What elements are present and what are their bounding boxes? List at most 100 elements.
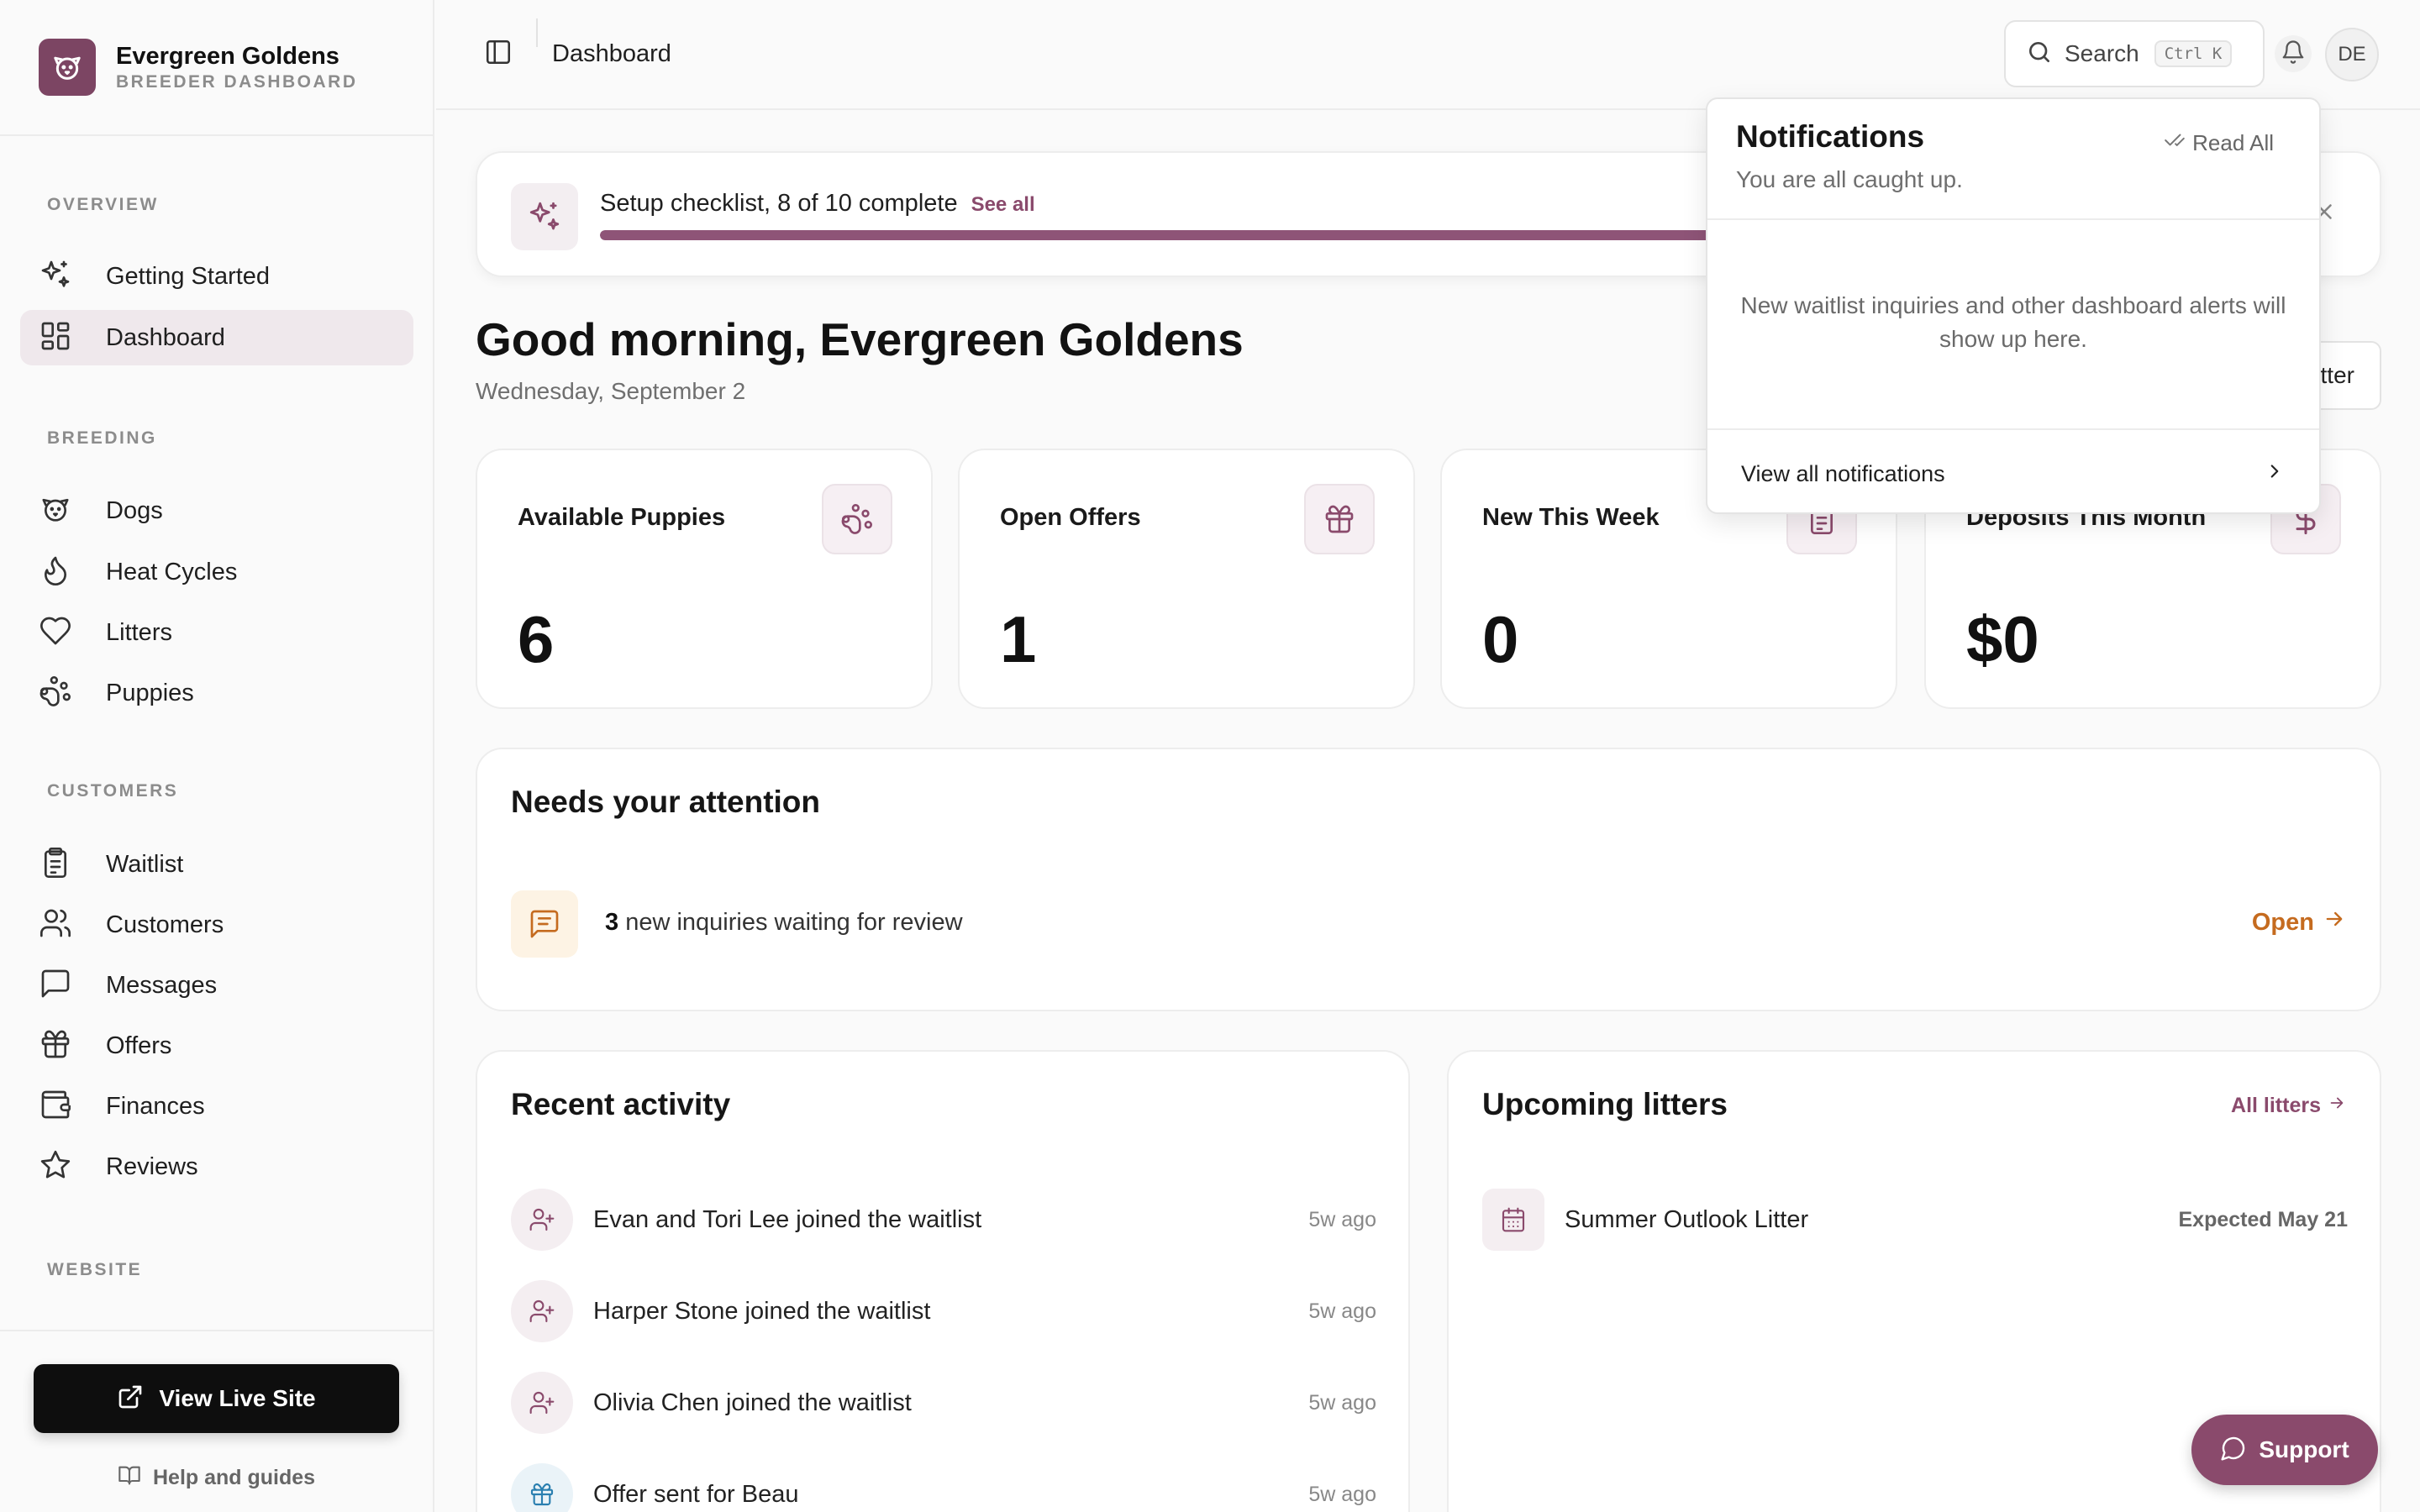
stat-label: Available Puppies xyxy=(518,504,726,531)
sidebar-item-label: Customers xyxy=(106,911,224,938)
divider xyxy=(0,1330,433,1331)
search-icon xyxy=(2026,39,2053,70)
gift-icon xyxy=(39,1027,72,1065)
litter-expected-date: Expected May 21 xyxy=(2178,1207,2349,1231)
nav-section-website: WEBSITE xyxy=(47,1260,143,1279)
divider xyxy=(1707,218,2319,220)
sidebar-item-label: Dashboard xyxy=(106,323,225,351)
activity-time: 5w ago xyxy=(1308,1482,1376,1506)
popover-title: Notifications xyxy=(1736,119,1925,154)
gift-icon xyxy=(511,1463,573,1512)
read-all-label: Read All xyxy=(2192,130,2274,155)
sidebar-item-dogs[interactable]: Dogs xyxy=(20,483,413,538)
divider xyxy=(1707,428,2319,430)
avatar[interactable]: DE xyxy=(2325,28,2379,81)
all-litters-link[interactable]: All litters xyxy=(2231,1094,2346,1118)
sidebar-item-label: Litters xyxy=(106,618,172,646)
clipboard-list-icon xyxy=(39,846,72,884)
notifications-popover: Notifications Read All You are all caugh… xyxy=(1706,97,2321,514)
paw-icon xyxy=(822,484,892,554)
paw-icon xyxy=(39,675,72,712)
star-icon xyxy=(39,1148,72,1186)
search-placeholder: Search xyxy=(2065,40,2139,66)
users-icon xyxy=(39,906,72,944)
sidebar-item-finances[interactable]: Finances xyxy=(20,1079,413,1134)
list-item[interactable]: Evan and Tori Lee joined the waitlist 5w… xyxy=(511,1186,1376,1253)
sidebar-item-messages[interactable]: Messages xyxy=(20,958,413,1013)
sidebar-item-getting-started[interactable]: Getting Started xyxy=(20,249,413,304)
stat-card-open-offers[interactable]: Open Offers 1 xyxy=(958,449,1415,709)
sidebar-toggle-button[interactable] xyxy=(480,35,517,72)
nav-section-breeding: BREEDING xyxy=(47,428,157,448)
stat-card-available-puppies[interactable]: Available Puppies 6 xyxy=(476,449,933,709)
user-plus-icon xyxy=(511,1280,573,1342)
breadcrumb: Dashboard xyxy=(552,40,671,67)
view-all-label: View all notifications xyxy=(1741,460,1945,486)
activity-time: 5w ago xyxy=(1308,1390,1376,1415)
notifications-button[interactable] xyxy=(2275,35,2312,72)
open-inquiries-link[interactable]: Open xyxy=(2252,907,2346,937)
sidebar-item-puppies[interactable]: Puppies xyxy=(20,665,413,721)
list-item[interactable]: Offer sent for Beau 5w ago xyxy=(511,1461,1376,1512)
dog-logo-icon xyxy=(39,39,96,96)
section-title: Needs your attention xyxy=(511,785,820,819)
sidebar-item-label: Dogs xyxy=(106,496,163,524)
activity-time: 5w ago xyxy=(1308,1299,1376,1323)
list-item[interactable]: Olivia Chen joined the waitlist 5w ago xyxy=(511,1369,1376,1436)
sidebar-item-label: Messages xyxy=(106,971,218,999)
search-input[interactable]: Search Ctrl K xyxy=(2004,20,2265,87)
topbar: Dashboard Search Ctrl K DE xyxy=(436,0,2420,110)
list-item[interactable]: Summer Outlook Litter Expected May 21 xyxy=(1482,1186,2348,1253)
sidebar-item-customers[interactable]: Customers xyxy=(20,897,413,953)
section-title: Upcoming litters xyxy=(1482,1087,1728,1121)
list-item[interactable]: Harper Stone joined the waitlist 5w ago xyxy=(511,1278,1376,1345)
empty-state-text: New waitlist inquiries and other dashboa… xyxy=(1740,292,2286,352)
inquiry-text: new inquiries waiting for review xyxy=(618,909,963,936)
section-title: Recent activity xyxy=(511,1087,731,1121)
heart-icon xyxy=(39,614,72,652)
brand-name: Evergreen Goldens xyxy=(116,43,339,70)
support-button[interactable]: Support xyxy=(2191,1415,2378,1485)
popover-subtitle: You are all caught up. xyxy=(1736,166,1963,192)
sidebar-item-label: Finances xyxy=(106,1092,205,1120)
sidebar-item-reviews[interactable]: Reviews xyxy=(20,1139,413,1194)
sidebar-item-label: Reviews xyxy=(106,1152,198,1180)
search-shortcut: Ctrl K xyxy=(2154,40,2233,67)
activity-time: 5w ago xyxy=(1308,1207,1376,1231)
activity-text: Olivia Chen joined the waitlist xyxy=(593,1389,912,1416)
nav-section-customers: CUSTOMERS xyxy=(47,781,179,801)
sidebar-item-heat-cycles[interactable]: Heat Cycles xyxy=(20,544,413,600)
inquiry-count: 3 xyxy=(605,909,619,936)
sparkles-icon xyxy=(39,258,72,296)
divider xyxy=(0,134,433,136)
sidebar: Evergreen Goldens BREEDER DASHBOARD OVER… xyxy=(0,0,434,1512)
panel-left-icon xyxy=(484,38,513,71)
sidebar-item-dashboard[interactable]: Dashboard xyxy=(20,310,413,365)
see-all-link[interactable]: See all xyxy=(971,193,1035,217)
book-open-icon xyxy=(118,1463,141,1493)
stat-value: 0 xyxy=(1482,602,1519,676)
view-live-site-button[interactable]: View Live Site xyxy=(34,1364,399,1433)
open-label: Open xyxy=(2251,908,2314,936)
brand[interactable]: Evergreen Goldens BREEDER DASHBOARD xyxy=(39,39,358,96)
sidebar-item-label: Offers xyxy=(106,1032,172,1059)
message-circle-icon xyxy=(2220,1435,2247,1466)
message-square-icon xyxy=(39,967,72,1005)
sidebar-item-offers[interactable]: Offers xyxy=(20,1018,413,1074)
flame-icon xyxy=(39,554,72,591)
nav-section-overview: OVERVIEW xyxy=(47,195,159,214)
calendar-icon xyxy=(1482,1189,1544,1251)
read-all-button[interactable]: Read All xyxy=(2164,129,2274,157)
dashboard-grid-icon xyxy=(39,319,72,357)
sidebar-item-label: Heat Cycles xyxy=(106,558,238,585)
activity-text: Offer sent for Beau xyxy=(593,1480,799,1508)
sidebar-item-waitlist[interactable]: Waitlist xyxy=(20,837,413,892)
setup-checklist-text: Setup checklist, 8 of 10 complete xyxy=(600,190,958,217)
wallet-icon xyxy=(39,1088,72,1126)
view-all-notifications-link[interactable]: View all notifications xyxy=(1741,450,2286,497)
all-litters-label: All litters xyxy=(2231,1094,2321,1117)
sidebar-item-litters[interactable]: Litters xyxy=(20,605,413,660)
help-and-guides-link[interactable]: Help and guides xyxy=(118,1463,315,1493)
recent-activity-card: Recent activity Evan and Tori Lee joined… xyxy=(476,1050,1410,1512)
sidebar-item-label: Getting Started xyxy=(106,262,271,290)
